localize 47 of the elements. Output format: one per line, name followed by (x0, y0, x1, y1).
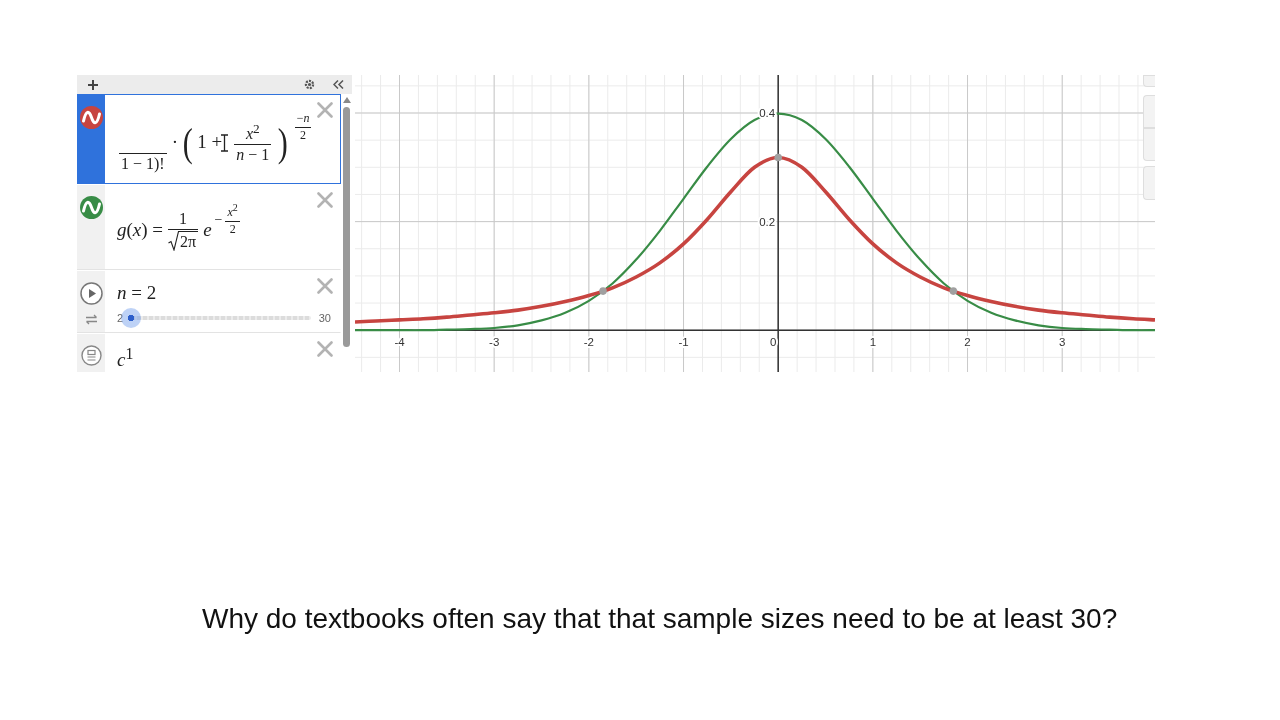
math-text: n = 2 (117, 282, 157, 305)
fraction-denominator: n − 1 (235, 146, 271, 165)
repeat-icon[interactable] (84, 314, 98, 325)
plus-icon[interactable] (88, 79, 98, 90)
scrollbar-thumb[interactable] (343, 107, 350, 347)
math-text: c$^{1}$ (117, 344, 134, 372)
exponent-numerator: −n (295, 112, 311, 126)
fraction-denominator: 1 − 1)! (120, 155, 166, 174)
wave-icon[interactable] (79, 106, 103, 129)
math-text: e (203, 219, 212, 243)
list-icon[interactable] (80, 344, 102, 366)
scroll-up-icon[interactable] (342, 97, 351, 103)
fraction-numerator: 1 (178, 209, 189, 229)
exponent-denominator: 2 (228, 223, 237, 237)
x-tick-label: -3 (489, 336, 500, 349)
close-icon[interactable] (317, 192, 333, 209)
x-tick-label: -4 (394, 336, 405, 349)
slider-min-label: 2 (117, 312, 124, 324)
fraction-denominator: 2π (179, 231, 199, 252)
close-icon[interactable] (317, 278, 333, 294)
expression-row[interactable]: n = 2 2 30 (77, 270, 341, 333)
math-text: g(x) = (117, 219, 164, 243)
math-parenthesis: ) (278, 122, 288, 163)
question-text: Why do textbooks often say that that sample sizes need to be at least 30? (202, 602, 1118, 636)
wave-icon[interactable] (79, 196, 103, 220)
x-tick-label: -1 (678, 336, 689, 349)
exponent-denominator: 2 (299, 128, 308, 143)
x-tick-label: 0 (770, 336, 777, 349)
math-text: 1 + (197, 131, 223, 155)
math-parenthesis: ( (182, 122, 193, 163)
x-tick-label: 2 (964, 336, 971, 349)
x-tick-label: -2 (583, 336, 594, 349)
close-icon[interactable] (317, 340, 333, 357)
slider-thumb[interactable] (121, 308, 142, 329)
text-cursor-icon (220, 133, 230, 152)
double-chevron-icon[interactable] (333, 80, 344, 89)
x-tick-label: 3 (1059, 336, 1066, 349)
x-tick-label: 1 (869, 336, 877, 349)
play-button[interactable] (79, 282, 103, 305)
close-icon[interactable] (317, 102, 333, 118)
y-tick-label: 0.2 (759, 215, 776, 228)
fraction-numerator: x$^{2}$ (244, 120, 261, 144)
exponent-numerator: x$^{2}$ (226, 202, 239, 221)
exponent-sign: − (214, 211, 223, 228)
slider-max-label: 30 (318, 312, 331, 324)
math-text: · (171, 131, 178, 155)
settings-icon[interactable] (304, 79, 315, 90)
